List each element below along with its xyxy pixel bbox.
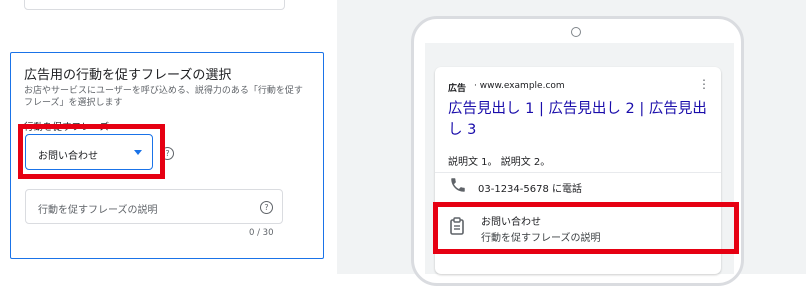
more-vert-icon[interactable]: ⋮ [698,77,710,91]
previous-input-field[interactable] [24,0,285,10]
cta-description-input[interactable]: 行動を促すフレーズの説明 ? [25,189,283,224]
phone-camera [571,27,581,37]
highlight-box-preview [433,202,739,254]
highlight-box-dropdown [18,124,165,179]
section-description: お店やサービスにユーザーを呼び込める、説得力のある「行動を促すフレーズ」を選択し… [24,86,303,108]
help-icon[interactable]: ? [260,201,273,214]
settings-panel: 広告用の行動を促すフレーズの選択 お店やサービスにユーザーを呼び込める、説得力の… [0,0,337,274]
cta-description-placeholder: 行動を促すフレーズの説明 [38,205,158,216]
character-counter: 0 / 30 [249,228,274,238]
ad-badge: 広告 [448,84,467,94]
display-url: · www.example.com [474,81,565,91]
ad-headline[interactable]: 広告見出し 1 | 広告見出し 2 | 広告見出し 3 [448,99,713,141]
phone-icon [451,178,465,192]
ad-description: 説明文 1。 説明文 2。 [448,157,551,168]
section-title: 広告用の行動を促すフレーズの選択 [24,68,232,83]
call-extension[interactable]: 03-1234-5678 に電話 [478,180,582,195]
divider [435,172,721,173]
